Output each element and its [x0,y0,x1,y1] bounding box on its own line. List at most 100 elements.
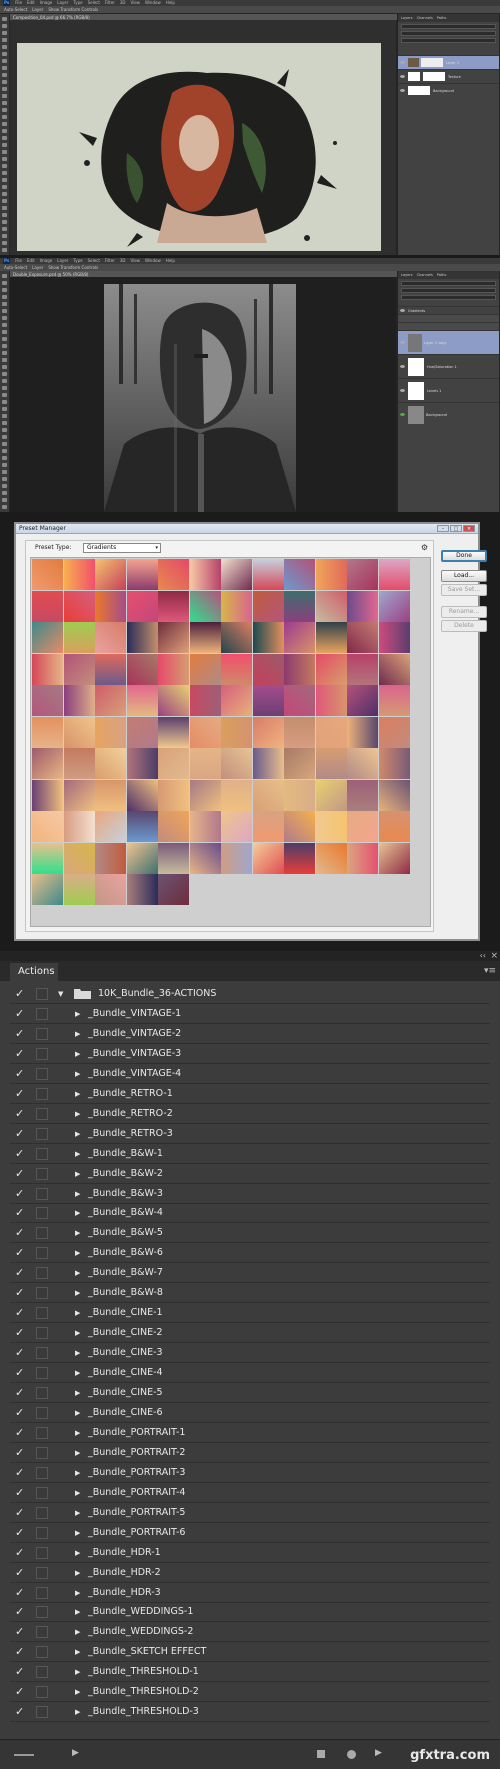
action-row[interactable]: ✓ ▶ _Bundle_WEDDINGS-2 [10,1623,490,1643]
gradient-swatch[interactable] [347,559,378,590]
checkmark-icon[interactable]: ✓ [15,1645,24,1658]
triangle-right-icon[interactable]: ▶ [75,1289,80,1297]
tool-icon[interactable] [2,323,7,327]
gradient-swatch[interactable] [347,779,378,811]
gradient-swatch[interactable] [158,622,189,653]
gradient-swatch[interactable] [95,748,126,779]
action-row[interactable]: ✓ ▶ _Bundle_CINE-3 [10,1344,490,1364]
gradient-swatch[interactable] [32,653,63,685]
tool-icon[interactable] [2,393,7,397]
tool-icon[interactable] [2,386,7,390]
gradient-swatch[interactable] [158,590,189,622]
checkmark-icon[interactable]: ✓ [15,1226,24,1239]
action-row[interactable]: ✓ ▶ _Bundle_WEDDINGS-1 [10,1603,490,1623]
gradient-swatch[interactable] [347,716,378,748]
gradient-swatch[interactable] [347,811,378,842]
dialog-toggle-box[interactable] [36,1227,48,1240]
gradient-swatch[interactable] [252,716,284,748]
tool-icon[interactable] [2,115,7,119]
dialog-toggle-box[interactable] [36,1067,48,1080]
layer-row[interactable]: Texture [398,69,499,83]
tool-icon[interactable] [2,150,7,154]
tool-icon[interactable] [2,505,7,509]
tool-icon[interactable] [2,227,7,231]
gradient-swatch[interactable] [126,716,158,748]
gradient-swatch[interactable] [252,590,284,622]
tool-icon[interactable] [2,108,7,112]
record-icon[interactable] [347,1750,356,1759]
save-set-button[interactable]: Save Set... [441,584,487,596]
layer-group[interactable] [398,322,499,330]
dialog-toggle-box[interactable] [36,1047,48,1060]
action-row[interactable]: ✓ ▶ _Bundle_HDR-3 [10,1584,490,1603]
action-row[interactable]: ✓ ▶ _Bundle_VINTAGE-1 [10,1005,490,1024]
dialog-toggle-box[interactable] [36,1247,48,1260]
checkmark-icon[interactable]: ✓ [15,1187,24,1200]
gradient-swatch[interactable] [378,842,410,874]
triangle-right-icon[interactable]: ▶ [75,1569,80,1577]
checkmark-icon[interactable]: ✓ [15,1506,24,1519]
gradient-swatch[interactable] [315,811,347,842]
gradient-swatch[interactable] [32,811,63,842]
layer-row[interactable]: Layer 1 [398,55,499,69]
tool-icon[interactable] [2,344,7,348]
gradient-swatch[interactable] [284,590,315,622]
checkmark-icon[interactable]: ✓ [15,1406,24,1419]
action-row[interactable]: ✓ ▶ _Bundle_B&W-8 [10,1284,490,1304]
gradient-swatch[interactable] [284,779,315,811]
gradient-swatch[interactable] [158,874,189,905]
dialog-toggle-box[interactable] [36,1207,48,1220]
triangle-right-icon[interactable]: ▶ [75,1589,80,1597]
tool-icon[interactable] [2,73,7,77]
dialog-toggle-box[interactable] [36,1307,48,1320]
gradient-swatch[interactable] [315,622,347,653]
gradient-swatch[interactable] [221,622,252,653]
triangle-right-icon[interactable]: ▶ [75,1469,80,1477]
gradient-swatch[interactable] [63,842,95,874]
tool-icon[interactable] [2,129,7,133]
panel-menu-icon[interactable]: ▾≡ [484,966,496,976]
gradient-swatch[interactable] [63,874,95,905]
play-icon[interactable]: ▶ [72,1748,79,1758]
action-row[interactable]: ✓ ▶ _Bundle_RETRO-1 [10,1085,490,1104]
gradient-swatch[interactable] [315,842,347,874]
triangle-right-icon[interactable]: ▶ [75,1110,80,1118]
gradient-swatch[interactable] [63,653,95,685]
action-row[interactable]: ✓ ▶ _Bundle_RETRO-3 [10,1125,490,1144]
checkmark-icon[interactable]: ✓ [15,1486,24,1499]
gradient-swatch[interactable] [158,653,189,685]
dialog-toggle-box[interactable] [36,1446,48,1459]
gradient-swatch[interactable] [158,716,189,748]
gradient-swatch[interactable] [126,779,158,811]
tool-icon[interactable] [2,400,7,404]
tool-icon[interactable] [2,463,7,467]
tab-actions[interactable]: Actions [10,963,58,981]
triangle-right-icon[interactable]: ▶ [75,1150,80,1158]
gradient-swatch[interactable] [95,811,126,842]
gradient-swatch[interactable] [32,716,63,748]
tool-icon[interactable] [2,288,7,292]
gradient-swatch[interactable] [284,842,315,874]
gradient-swatch[interactable] [189,779,221,811]
tool-icon[interactable] [2,171,7,175]
tool-icon[interactable] [2,316,7,320]
action-row[interactable]: ✓ ▶ _Bundle_B&W-1 [10,1145,490,1164]
action-row[interactable]: ✓ ▶ _Bundle_THRESHOLD-1 [10,1663,490,1683]
action-row[interactable]: ✓ ▶ _Bundle_PORTRAIT-6 [10,1524,490,1543]
dialog-toggle-box[interactable] [36,1347,48,1360]
gradient-swatch[interactable] [378,811,410,842]
triangle-right-icon[interactable]: ▶ [75,1070,80,1078]
action-row[interactable]: ✓ ▶ _Bundle_PORTRAIT-3 [10,1464,490,1483]
gradient-swatch[interactable] [284,559,315,590]
tool-icon[interactable] [2,365,7,369]
triangle-right-icon[interactable]: ▶ [75,1170,80,1178]
gradient-swatch[interactable] [221,685,252,716]
checkmark-icon[interactable]: ✓ [15,1546,24,1559]
dialog-toggle-box[interactable] [36,1007,48,1020]
gradient-swatch[interactable] [315,748,347,779]
dialog-toggle-box[interactable] [36,1486,48,1499]
gradient-swatch[interactable] [378,716,410,748]
gradient-swatch[interactable] [221,779,252,811]
gradient-swatch[interactable] [252,811,284,842]
checkmark-icon[interactable]: ✓ [15,1566,24,1579]
